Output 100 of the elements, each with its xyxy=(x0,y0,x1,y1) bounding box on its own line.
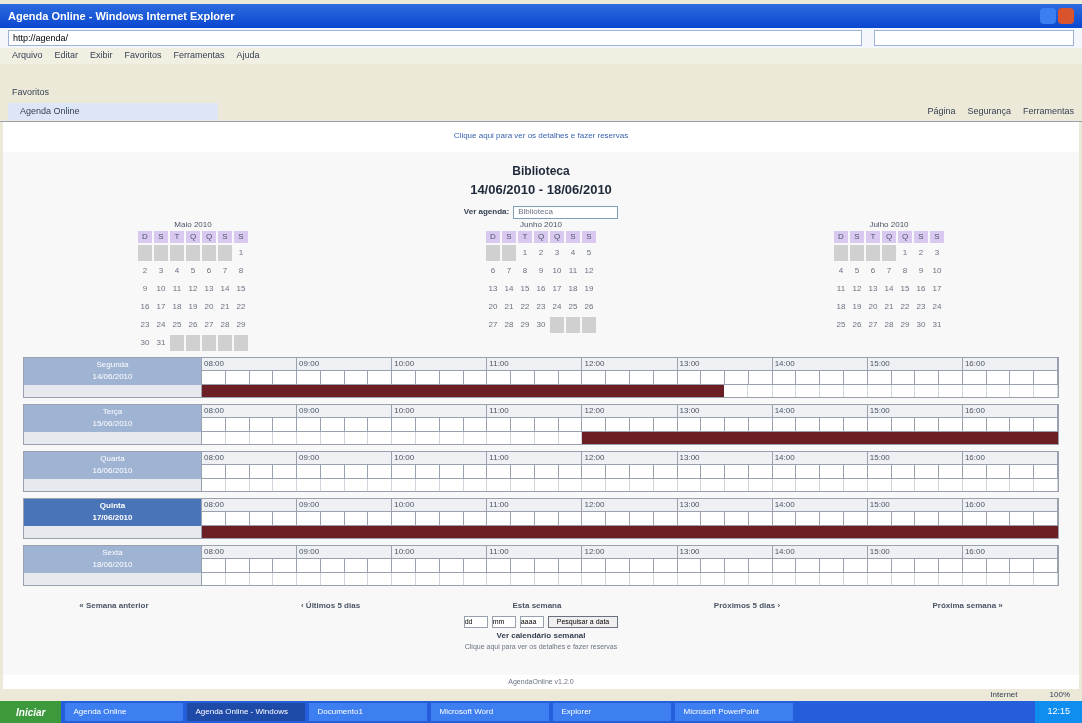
time-slot[interactable] xyxy=(630,558,654,573)
calendar-day[interactable]: 5 xyxy=(850,262,864,279)
time-slot[interactable] xyxy=(701,464,726,479)
browser-tab[interactable]: Agenda Online xyxy=(8,102,218,121)
calendar-day[interactable]: 12 xyxy=(850,280,864,297)
calendar-day[interactable]: 13 xyxy=(866,280,880,297)
time-slot[interactable] xyxy=(772,511,797,526)
time-slot[interactable] xyxy=(701,511,726,526)
time-slot[interactable] xyxy=(725,511,749,526)
time-slot[interactable] xyxy=(297,511,321,526)
calendar-day[interactable]: 8 xyxy=(234,262,248,279)
time-slot[interactable] xyxy=(725,417,749,432)
time-slot[interactable] xyxy=(463,370,488,385)
time-slot[interactable] xyxy=(463,511,488,526)
favorites-button[interactable]: Favoritos xyxy=(12,86,49,100)
calendar-day[interactable]: 18 xyxy=(566,280,580,297)
calendar-day[interactable]: 30 xyxy=(534,316,548,333)
calendar-day[interactable]: 6 xyxy=(866,262,880,279)
search-field[interactable] xyxy=(874,30,1074,46)
calendar-day[interactable]: 27 xyxy=(866,316,880,333)
time-slot[interactable] xyxy=(939,370,963,385)
time-slot[interactable] xyxy=(772,558,797,573)
time-slot[interactable] xyxy=(534,558,559,573)
start-button[interactable]: Iniciar xyxy=(0,701,62,723)
calendar-day[interactable]: 20 xyxy=(202,298,216,315)
time-slot[interactable] xyxy=(202,511,226,526)
calendar-day[interactable]: 22 xyxy=(518,298,532,315)
time-slot[interactable] xyxy=(677,417,702,432)
time-slot[interactable] xyxy=(249,464,274,479)
time-slot[interactable] xyxy=(320,558,345,573)
calendar-day[interactable]: 10 xyxy=(930,262,944,279)
time-slot[interactable] xyxy=(344,370,369,385)
details-link[interactable]: Clique aqui para ver os detalhes e fazer reservas xyxy=(3,130,1079,142)
taskbar-button[interactable]: Microsoft PowerPoint xyxy=(675,703,794,721)
taskbar-button[interactable]: Agenda Online - Windows xyxy=(187,703,306,721)
calendar-day[interactable]: 17 xyxy=(930,280,944,297)
time-slot[interactable] xyxy=(677,511,702,526)
time-slot[interactable] xyxy=(320,464,345,479)
command-button[interactable]: Ferramentas xyxy=(1022,104,1074,119)
calendar-day[interactable]: 16 xyxy=(914,280,928,297)
calendar-day[interactable]: 8 xyxy=(898,262,912,279)
time-slot[interactable] xyxy=(962,370,987,385)
calendar-day[interactable]: 17 xyxy=(154,298,168,315)
taskbar-button[interactable]: Microsoft Word xyxy=(431,703,550,721)
calendar-day[interactable]: 6 xyxy=(202,262,216,279)
time-slot[interactable] xyxy=(297,464,321,479)
time-slot[interactable] xyxy=(844,511,868,526)
time-slot[interactable] xyxy=(677,558,702,573)
weekly-calendar-link[interactable]: Ver calendário semanal xyxy=(3,629,1079,642)
time-slot[interactable] xyxy=(867,417,892,432)
calendar-day[interactable]: 4 xyxy=(834,262,848,279)
time-slot[interactable] xyxy=(606,511,630,526)
time-slot[interactable] xyxy=(392,464,416,479)
calendar-day[interactable]: 11 xyxy=(834,280,848,297)
time-slot[interactable] xyxy=(558,370,583,385)
calendar-day[interactable]: 31 xyxy=(930,316,944,333)
calendar-day[interactable]: 5 xyxy=(582,244,596,261)
calendar-day[interactable]: 13 xyxy=(486,280,500,297)
calendar-day[interactable]: 2 xyxy=(534,244,548,261)
time-slot[interactable] xyxy=(820,417,844,432)
time-slot[interactable] xyxy=(297,370,321,385)
time-slot[interactable] xyxy=(534,464,559,479)
time-slot[interactable] xyxy=(986,370,1011,385)
time-slot[interactable] xyxy=(653,417,678,432)
time-slot[interactable] xyxy=(202,370,226,385)
calendar-day[interactable]: 6 xyxy=(486,262,500,279)
week-nav-link[interactable]: Próxima semana » xyxy=(932,599,1003,612)
calendar-day[interactable]: 16 xyxy=(534,280,548,297)
calendar-day[interactable]: 8 xyxy=(518,262,532,279)
time-slot[interactable] xyxy=(273,511,298,526)
menu-item[interactable]: Ajuda xyxy=(236,49,260,63)
time-slot[interactable] xyxy=(202,464,226,479)
calendar-day[interactable]: 3 xyxy=(154,262,168,279)
calendar-day[interactable]: 27 xyxy=(202,316,216,333)
calendar-day[interactable]: 10 xyxy=(154,280,168,297)
time-slot[interactable] xyxy=(915,464,940,479)
time-slot[interactable] xyxy=(534,511,559,526)
calendar-day[interactable]: 23 xyxy=(534,298,548,315)
time-slot[interactable] xyxy=(463,464,488,479)
calendar-day[interactable]: 21 xyxy=(882,298,896,315)
calendar-day[interactable]: 29 xyxy=(518,316,532,333)
time-slot[interactable] xyxy=(534,370,559,385)
time-slot[interactable] xyxy=(463,558,488,573)
time-slot[interactable] xyxy=(653,558,678,573)
calendar-day[interactable]: 14 xyxy=(218,280,232,297)
calendar-day[interactable]: 11 xyxy=(170,280,184,297)
day-label[interactable]: Quinta 17/06/2010 xyxy=(24,498,201,526)
time-slot[interactable] xyxy=(511,464,535,479)
calendar-day[interactable]: 3 xyxy=(930,244,944,261)
time-slot[interactable] xyxy=(487,370,512,385)
calendar-day[interactable]: 16 xyxy=(138,298,152,315)
time-slot[interactable] xyxy=(273,558,298,573)
calendar-day[interactable]: 5 xyxy=(186,262,200,279)
time-slot[interactable] xyxy=(225,464,250,479)
time-slot[interactable] xyxy=(202,558,226,573)
week-nav-link[interactable]: « Semana anterior xyxy=(79,599,149,612)
calendar-day[interactable]: 21 xyxy=(502,298,516,315)
time-slot[interactable] xyxy=(249,511,274,526)
calendar-day[interactable]: 9 xyxy=(534,262,548,279)
time-slot[interactable] xyxy=(1010,558,1035,573)
